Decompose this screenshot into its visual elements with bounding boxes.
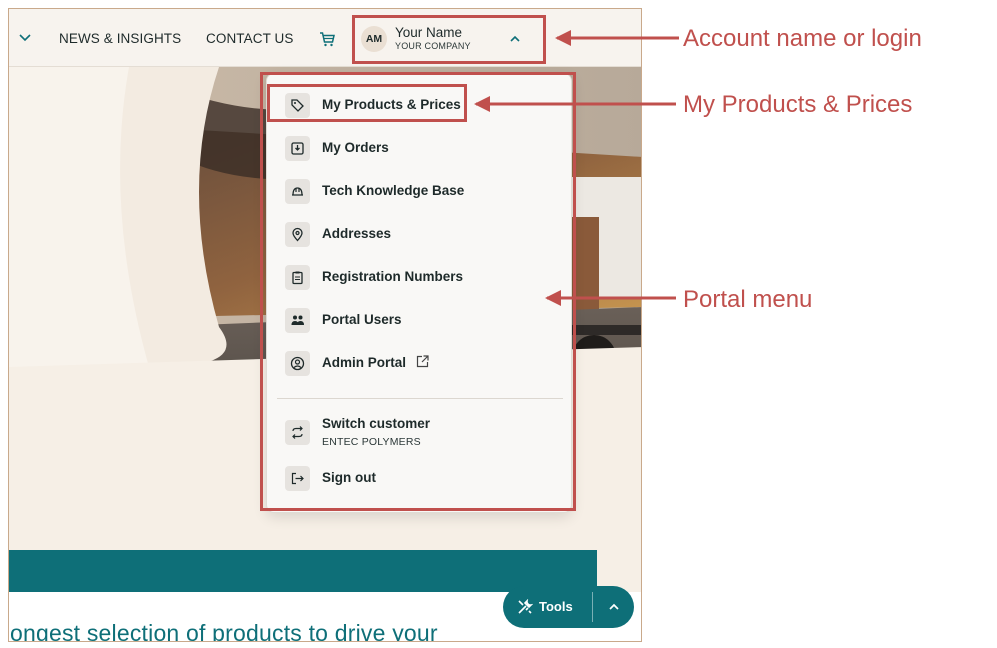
- nav-link-news[interactable]: NEWS & INSIGHTS: [59, 31, 181, 46]
- products-arrow: [474, 96, 676, 112]
- teal-banner: [9, 550, 597, 592]
- products-highlight-box: [267, 84, 467, 122]
- account-arrow: [555, 30, 679, 46]
- annotation-account: Account name or login: [683, 25, 922, 52]
- cart-icon[interactable]: [318, 30, 336, 48]
- hero-tagline: ongest selection of products to drive yo…: [10, 620, 438, 642]
- tools-button[interactable]: Tools: [503, 586, 634, 628]
- portal-arrow: [545, 290, 676, 306]
- top-navigation: NEWS & INSIGHTS CONTACT US AM Your Name …: [9, 9, 641, 67]
- portal-menu-highlight-box: [260, 72, 576, 511]
- account-highlight-box: [352, 15, 546, 64]
- nav-link-contact[interactable]: CONTACT US: [206, 31, 294, 46]
- tools-divider: [592, 592, 593, 622]
- tools-label: Tools: [539, 599, 573, 614]
- annotation-portal: Portal menu: [683, 286, 813, 313]
- annotation-products: My Products & Prices: [683, 91, 913, 118]
- tools-icon: [518, 599, 533, 614]
- chevron-up-icon[interactable]: [607, 600, 621, 614]
- chevron-down-icon[interactable]: [17, 29, 33, 45]
